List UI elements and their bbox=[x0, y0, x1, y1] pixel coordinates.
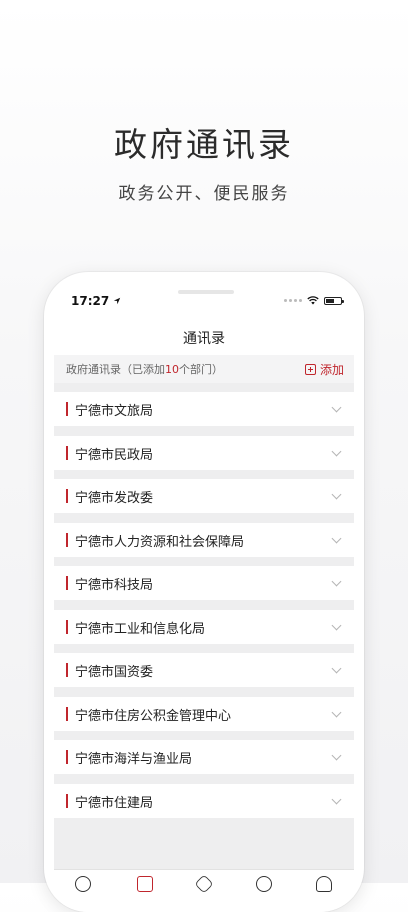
plus-square-icon bbox=[304, 363, 316, 375]
department-item-5[interactable]: 宁德市工业和信息化局 bbox=[54, 610, 354, 644]
profile-tab-icon[interactable] bbox=[316, 876, 332, 892]
signal-dots-icon bbox=[284, 299, 302, 302]
department-label: 宁德市文旅局 bbox=[75, 403, 154, 419]
hero-subtitle: 政务公开、便民服务 bbox=[118, 184, 290, 204]
summary-suffix: 个部门） bbox=[179, 363, 223, 376]
accent-bar bbox=[66, 446, 68, 460]
department-count: 10 bbox=[165, 363, 179, 376]
status-time: 17:27 bbox=[71, 294, 110, 308]
accent-bar bbox=[66, 489, 68, 503]
department-label: 宁德市海洋与渔业局 bbox=[75, 751, 193, 767]
chevron-down-icon bbox=[331, 446, 342, 456]
discover-tab-icon[interactable] bbox=[256, 876, 272, 892]
add-label: 添加 bbox=[319, 362, 344, 377]
status-bar: 17:27 bbox=[44, 292, 364, 312]
add-department-button[interactable]: 添加 bbox=[304, 361, 344, 378]
accent-bar bbox=[66, 750, 68, 764]
services-tab-icon[interactable] bbox=[194, 874, 214, 894]
accent-bar bbox=[66, 402, 68, 416]
accent-bar bbox=[66, 620, 68, 634]
accent-bar bbox=[66, 707, 68, 721]
page-title: 通讯录 bbox=[183, 331, 225, 347]
tab-bar bbox=[54, 869, 354, 912]
department-label: 宁德市发改委 bbox=[75, 490, 154, 506]
chevron-down-icon bbox=[331, 750, 342, 760]
contacts-tab-icon[interactable] bbox=[137, 876, 153, 892]
department-label: 宁德市工业和信息化局 bbox=[75, 621, 206, 637]
home-tab-icon[interactable] bbox=[75, 876, 91, 892]
chevron-down-icon bbox=[331, 794, 342, 804]
chevron-down-icon bbox=[331, 663, 342, 673]
chevron-down-icon bbox=[331, 402, 342, 412]
wifi-icon bbox=[307, 296, 319, 305]
chevron-down-icon bbox=[331, 707, 342, 717]
phone-mockup: 17:27 通讯录 政府通讯录（已添加10个部门） 添加 宁德市文旅局 宁德市民… bbox=[44, 272, 364, 912]
department-label: 宁德市国资委 bbox=[75, 664, 154, 680]
accent-bar bbox=[66, 794, 68, 808]
department-item-9[interactable]: 宁德市住建局 bbox=[54, 784, 354, 818]
department-item-6[interactable]: 宁德市国资委 bbox=[54, 653, 354, 687]
department-item-1[interactable]: 宁德市民政局 bbox=[54, 436, 354, 470]
accent-bar bbox=[66, 576, 68, 590]
chevron-down-icon bbox=[331, 489, 342, 499]
department-item-3[interactable]: 宁德市人力资源和社会保障局 bbox=[54, 523, 354, 557]
hero-title: 政府通讯录 bbox=[114, 125, 294, 164]
chevron-down-icon bbox=[331, 620, 342, 630]
department-item-2[interactable]: 宁德市发改委 bbox=[54, 479, 354, 513]
accent-bar bbox=[66, 533, 68, 547]
battery-icon bbox=[324, 296, 344, 305]
status-indicators bbox=[284, 296, 344, 305]
department-item-4[interactable]: 宁德市科技局 bbox=[54, 566, 354, 600]
summary-bar: 政府通讯录（已添加10个部门） 添加 bbox=[54, 355, 354, 383]
chevron-down-icon bbox=[331, 533, 342, 543]
department-item-0[interactable]: 宁德市文旅局 bbox=[54, 392, 354, 426]
accent-bar bbox=[66, 663, 68, 677]
chevron-down-icon bbox=[331, 576, 342, 586]
department-item-8[interactable]: 宁德市海洋与渔业局 bbox=[54, 740, 354, 774]
location-arrow-icon bbox=[114, 297, 121, 305]
department-list: 宁德市文旅局 宁德市民政局 宁德市发改委 宁德市人力资源和社会保障局 宁德市科技… bbox=[54, 383, 354, 869]
department-label: 宁德市人力资源和社会保障局 bbox=[75, 534, 245, 550]
summary-text: 政府通讯录（已添加10个部门） bbox=[66, 361, 223, 377]
summary-prefix: 政府通讯录（已添加 bbox=[66, 363, 165, 376]
department-label: 宁德市科技局 bbox=[75, 577, 154, 593]
department-label: 宁德市民政局 bbox=[75, 447, 154, 463]
department-label: 宁德市住房公积金管理中心 bbox=[75, 708, 232, 724]
department-label: 宁德市住建局 bbox=[75, 795, 154, 811]
department-item-7[interactable]: 宁德市住房公积金管理中心 bbox=[54, 697, 354, 731]
